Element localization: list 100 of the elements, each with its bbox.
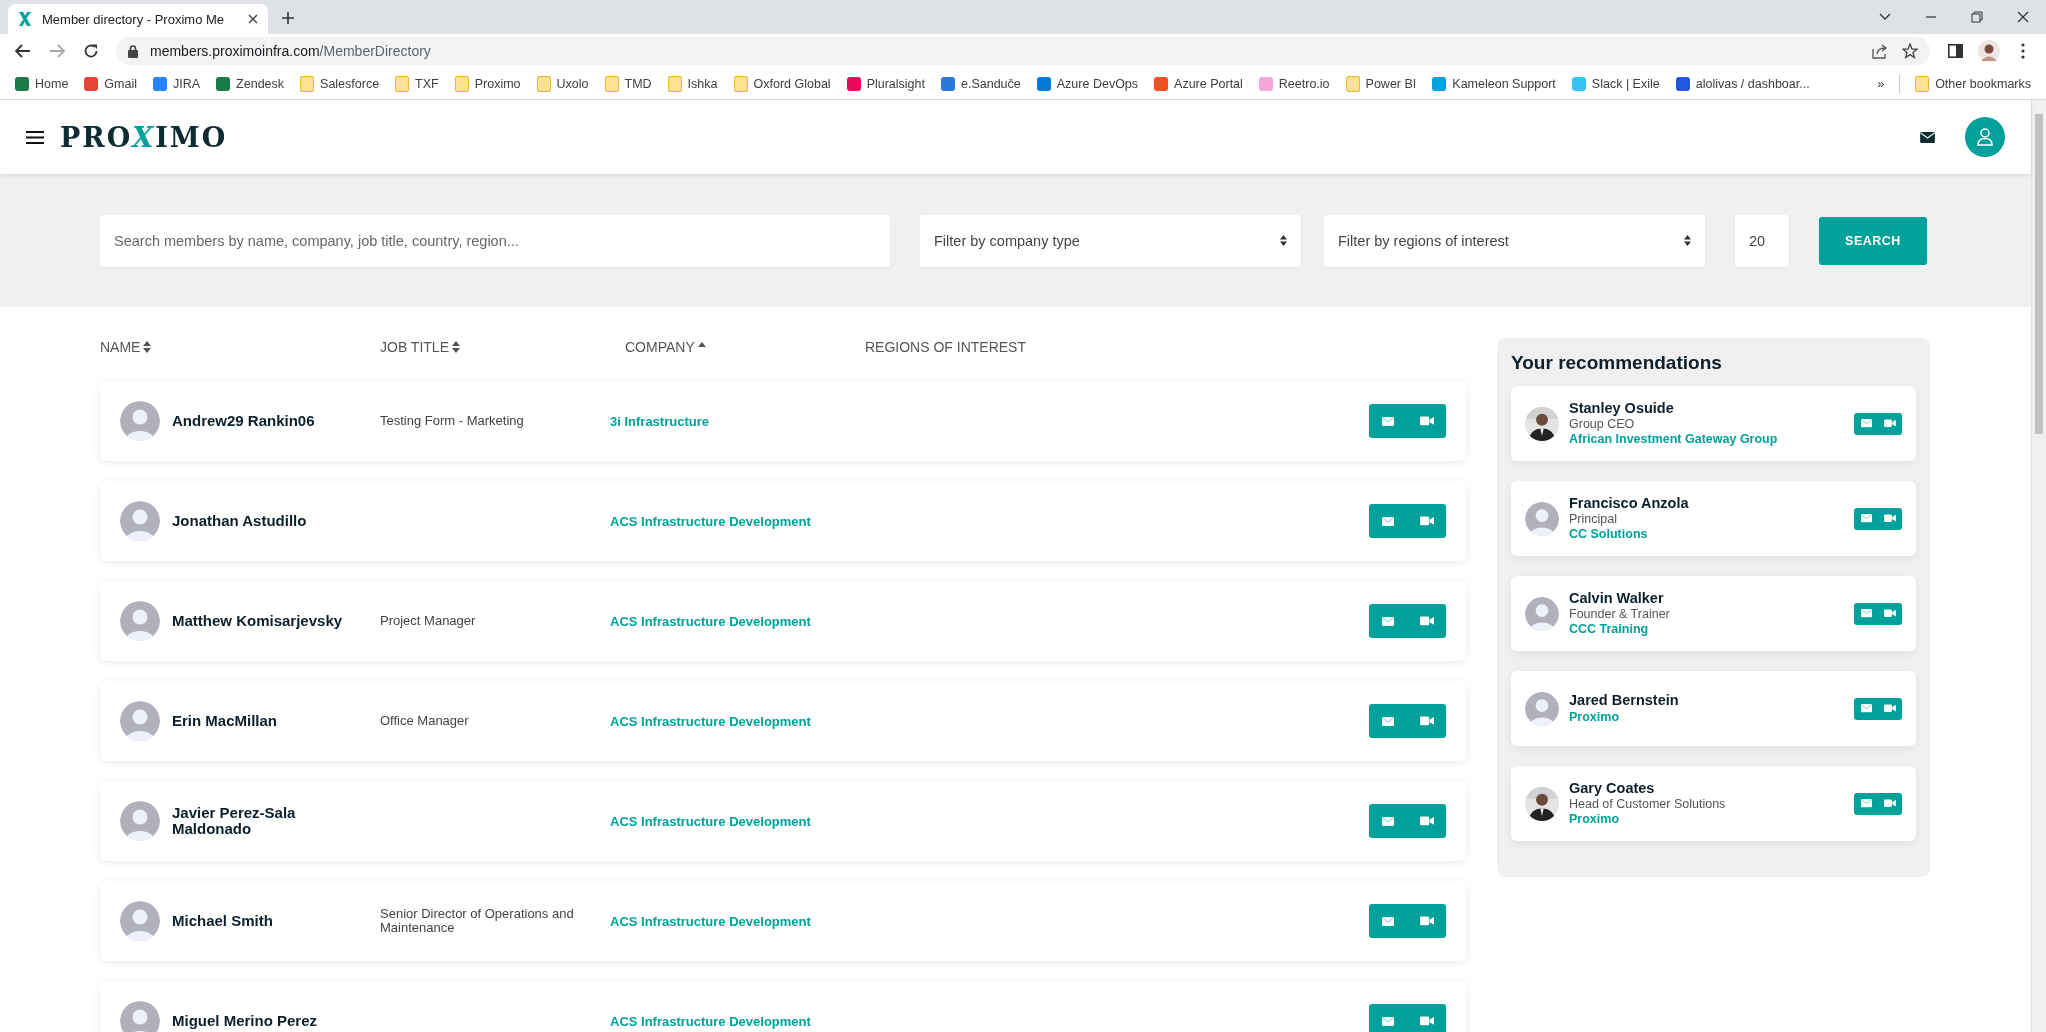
member-name[interactable]: Matthew Komisarjevsky: [172, 613, 343, 629]
bookmark[interactable]: Uxolo: [529, 72, 596, 95]
bookmark[interactable]: JIRA: [146, 73, 208, 94]
site-icon: [1571, 76, 1586, 91]
member-name[interactable]: Michael Smith: [172, 913, 273, 929]
mail-icon: [1860, 609, 1872, 618]
video-camera-icon: [1419, 516, 1434, 526]
folder-icon: [395, 75, 410, 92]
bookmark[interactable]: Azure Portal: [1147, 73, 1250, 94]
site-icon: [1036, 76, 1051, 91]
panel-title: Your recommendations: [1511, 352, 1723, 374]
user-button[interactable]: [1965, 117, 2005, 157]
bookmark[interactable]: Ishka: [660, 72, 725, 95]
folder-icon: [1915, 75, 1930, 92]
avatar-icon: [120, 701, 160, 741]
member-name[interactable]: Stanley Osuide: [1569, 399, 1844, 418]
bookmark-folder[interactable]: Other bookmarks: [1908, 72, 2038, 95]
bookmark[interactable]: Proximo: [447, 72, 528, 95]
bookmark[interactable]: Home: [8, 73, 76, 94]
sort-icon[interactable]: [143, 341, 152, 353]
mail-icon: [1382, 716, 1395, 726]
mail-icon: [1860, 514, 1872, 523]
member-name[interactable]: Jared Bernstein: [1569, 692, 1844, 710]
side-panel-icon[interactable]: [1947, 44, 1963, 58]
logo[interactable]: PROXIMO: [60, 121, 228, 153]
video-camera-icon: [1419, 716, 1434, 726]
sort-ascending-icon[interactable]: [697, 341, 706, 347]
bookmark[interactable]: Zendesk: [209, 73, 292, 94]
folder-icon: [454, 75, 469, 92]
site-icon: [941, 76, 955, 91]
bookmark[interactable]: Kameleon Support: [1425, 73, 1563, 94]
regions-dropdown[interactable]: Filter by regions of interest: [1324, 214, 1705, 267]
search-field[interactable]: Search members by name, company, job title, country, region...: [100, 214, 890, 267]
bookmark[interactable]: Salesforce: [293, 72, 387, 95]
site-icon: [846, 76, 861, 91]
plus-icon[interactable]: [281, 11, 295, 25]
back-arrow-icon[interactable]: [15, 44, 31, 58]
column-header[interactable]: REGIONS OF INTEREST: [865, 339, 1026, 355]
avatar-icon: [120, 801, 160, 841]
video-camera-icon: [1884, 419, 1896, 428]
bookmark[interactable]: alolivas / dashboar...: [1668, 73, 1817, 94]
bookmark[interactable]: Azure DevOps: [1029, 73, 1146, 94]
more-bookmarks[interactable]: »: [1870, 73, 1892, 94]
mail-icon: [1860, 419, 1872, 428]
job-title: Group CEO: [1569, 417, 1636, 433]
mail-icon: [1382, 916, 1395, 926]
user-icon: [1977, 128, 1993, 146]
column-header[interactable]: JOB TITLE: [380, 339, 460, 355]
member-name[interactable]: Miguel Merino Perez: [172, 1013, 318, 1029]
member-name[interactable]: Erin MacMillan: [172, 713, 278, 729]
star-icon[interactable]: [1902, 43, 1918, 59]
folder-icon: [733, 75, 748, 92]
job-title: Project Manager: [380, 613, 477, 629]
company-type-dropdown[interactable]: Filter by company type: [920, 214, 1301, 267]
site-icon: [1432, 76, 1447, 91]
member-name[interactable]: Andrew29 Rankin06: [172, 413, 315, 429]
mail-icon: [1382, 816, 1395, 826]
close-icon[interactable]: [248, 14, 258, 24]
scrollbar-thumb[interactable]: [2035, 114, 2043, 434]
profile-avatar-icon[interactable]: [1978, 40, 2000, 62]
bookmark[interactable]: Reetro.io: [1251, 73, 1337, 94]
more-options-icon[interactable]: [2021, 43, 2025, 59]
bookmark[interactable]: Slack | Exile: [1564, 73, 1667, 94]
job-title: Office Manager: [380, 713, 470, 729]
mail-icon: [1382, 516, 1395, 526]
address-bar[interactable]: members.proximoinfra.com/MemberDirectory: [116, 37, 1930, 65]
page-size-field[interactable]: 20: [1735, 214, 1789, 267]
bookmark[interactable]: Pluralsight: [839, 73, 932, 94]
member-name[interactable]: Javier Perez-Sala Maldonado: [172, 805, 362, 837]
member-name[interactable]: Jonathan Astudillo: [172, 513, 307, 529]
bookmark[interactable]: Power BI: [1338, 72, 1424, 95]
member-name[interactable]: Francisco Anzola: [1569, 494, 1844, 513]
video-camera-icon: [1419, 916, 1434, 926]
url-text: members.proximoinfra.com/MemberDirectory: [150, 43, 431, 59]
member-name[interactable]: Calvin Walker: [1569, 589, 1844, 608]
sort-icon[interactable]: [452, 341, 460, 353]
bookmark[interactable]: TXF: [388, 72, 446, 95]
mail-icon[interactable]: [1920, 131, 1935, 143]
column-header[interactable]: NAME: [100, 339, 152, 355]
bookmark[interactable]: Gmail: [77, 73, 144, 94]
member-name[interactable]: Gary Coates: [1569, 779, 1844, 798]
reload-icon[interactable]: [83, 43, 99, 59]
bookmark[interactable]: e.Sanduče: [934, 73, 1028, 94]
menu-icon[interactable]: [26, 130, 44, 144]
video-camera-icon: [1884, 609, 1896, 618]
site-icon: [153, 76, 167, 91]
mail-icon: [1382, 616, 1395, 626]
forward-arrow-icon[interactable]: [49, 44, 65, 58]
bookmark[interactable]: TMD: [597, 72, 659, 95]
avatar-icon: [120, 401, 160, 441]
column-header[interactable]: COMPANY: [625, 339, 706, 355]
browser-tab[interactable]: Member directory - Proximo Me: [8, 4, 268, 34]
share-icon[interactable]: [1872, 43, 1888, 59]
video-camera-icon: [1419, 1016, 1434, 1026]
avatar-icon: [120, 501, 160, 541]
lock-icon: [128, 44, 138, 58]
folder-icon: [667, 75, 682, 92]
site-icon: [84, 76, 99, 91]
bookmark[interactable]: Oxford Global: [726, 72, 838, 95]
site-logo-icon: [18, 11, 32, 27]
